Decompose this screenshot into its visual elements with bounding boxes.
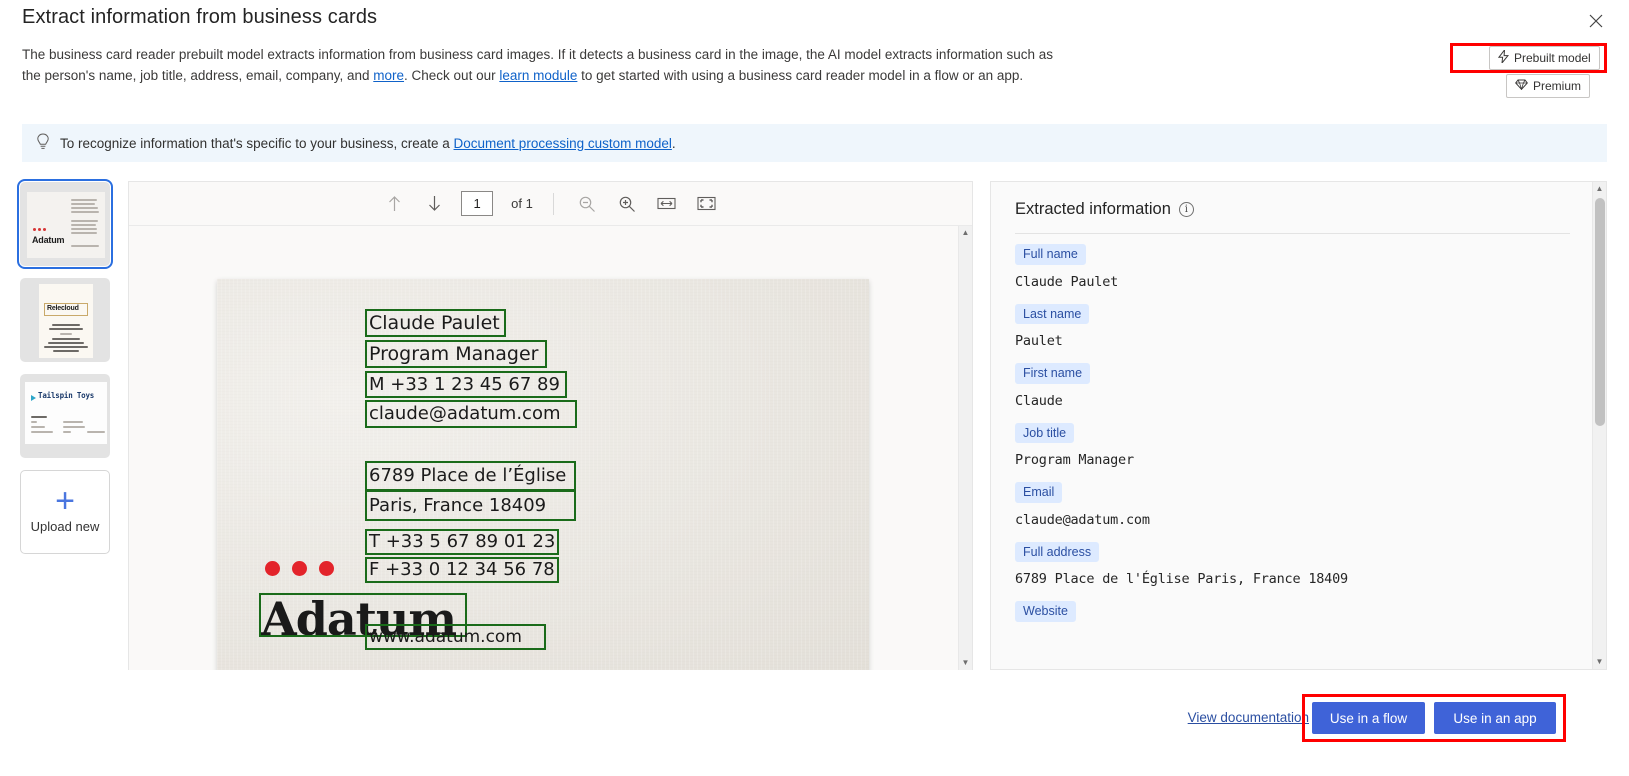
viewer-toolbar: 1 of 1 xyxy=(129,182,972,226)
plus-icon: + xyxy=(55,481,75,520)
panel-scroll-up-arrow[interactable]: ▲ xyxy=(1593,182,1606,196)
diamond-icon xyxy=(1515,79,1528,93)
extracted-field: Job title Program Manager xyxy=(1015,422,1570,468)
ocr-box-line: Program Manager xyxy=(365,340,547,368)
viewer-scrollbar[interactable]: ▲ ▼ xyxy=(958,226,972,670)
panel-divider xyxy=(1015,233,1570,234)
learn-module-link[interactable]: learn module xyxy=(499,68,577,83)
zoom-in-icon[interactable] xyxy=(614,191,640,217)
description-part-2: . Check out our xyxy=(404,68,500,83)
upload-new-label: Upload new xyxy=(30,518,100,534)
panel-scroll-thumb[interactable] xyxy=(1595,198,1605,426)
document-viewer: 1 of 1 Adatum Claude Paulet Program Mana… xyxy=(128,181,973,670)
panel-scroll-down-arrow[interactable]: ▼ xyxy=(1593,655,1606,669)
premium-label: Premium xyxy=(1533,79,1582,93)
extracted-information-title: Extracted information xyxy=(1015,200,1171,218)
viewer-canvas: Adatum Claude Paulet Program Manager M +33… xyxy=(129,226,972,670)
custom-model-infobar: To recognize information that's specific… xyxy=(22,124,1607,162)
extracted-field-label: Email xyxy=(1015,482,1063,503)
ocr-box-line: www.adatum.com xyxy=(365,624,546,650)
extracted-field: Last name Paulet xyxy=(1015,303,1570,349)
extracted-information-header: Extracted information i xyxy=(1015,200,1570,219)
extracted-field-value: Claude xyxy=(1015,392,1063,409)
extracted-field: Full address 6789 Place de l'Église Paris… xyxy=(1015,541,1570,587)
thumbnail-relecloud[interactable]: Relecloud xyxy=(20,278,110,362)
extracted-fields-container: Extracted information i Full name Claude … xyxy=(991,182,1592,669)
lightbulb-icon xyxy=(36,132,50,154)
ocr-box-line: Paris, France 18409 xyxy=(365,490,576,521)
info-icon[interactable]: i xyxy=(1178,202,1194,217)
extracted-field-label: Full address xyxy=(1015,541,1100,562)
extracted-field-value: Program Manager xyxy=(1015,452,1134,468)
extracted-field-label: Job title xyxy=(1015,422,1075,443)
extracted-field: First name Claude xyxy=(1015,363,1570,409)
thumbnail-relecloud-label: Relecloud xyxy=(47,305,79,312)
close-icon[interactable] xyxy=(1581,6,1611,36)
fit-page-icon[interactable] xyxy=(694,191,720,217)
thumbnail-adatum-label: Adatum xyxy=(32,235,65,245)
more-link[interactable]: more xyxy=(373,68,404,83)
extracted-field-value: claude@adatum.com xyxy=(1015,511,1150,528)
ocr-box-line: Claude Paulet xyxy=(365,309,506,337)
thumbnail-tailspin-label: Tailspin Toys xyxy=(38,391,95,400)
business-card-image: Adatum Claude Paulet Program Manager M +33… xyxy=(217,279,869,670)
thumbnail-adatum[interactable]: Adatum xyxy=(17,179,113,269)
ocr-box-line: claude@adatum.com xyxy=(365,400,577,428)
view-documentation-link[interactable]: View documentation xyxy=(1188,710,1309,725)
thumbnail-tailspin-toys[interactable]: Tailspin Toys xyxy=(20,374,110,458)
infobar-text-before: To recognize information that's specific… xyxy=(60,135,454,151)
toolbar-divider xyxy=(552,192,554,215)
extracted-field: Full name Claude Paulet xyxy=(1015,244,1570,290)
logo-dots xyxy=(265,561,334,576)
description-part-3: to get started with using a business car… xyxy=(577,68,1024,83)
use-in-an-app-button[interactable]: Use in an app xyxy=(1434,702,1556,734)
arrow-up-icon[interactable] xyxy=(381,191,407,217)
extracted-field-label: Last name xyxy=(1015,303,1090,324)
upload-new-button[interactable]: + Upload new xyxy=(20,470,110,554)
arrow-down-icon[interactable] xyxy=(421,191,447,217)
scroll-down-arrow[interactable]: ▼ xyxy=(959,656,972,670)
prebuilt-model-badge: Prebuilt model xyxy=(1489,46,1600,70)
ocr-box-line: 6789 Place de l’Église xyxy=(365,461,576,491)
extracted-field-label: Full name xyxy=(1015,244,1086,265)
page-number-input[interactable]: 1 xyxy=(461,191,494,216)
infobar-text: To recognize information that's specific… xyxy=(60,136,676,151)
extracted-field-value: Claude Paulet xyxy=(1015,273,1119,290)
model-badges: Prebuilt model Premium xyxy=(1489,46,1609,98)
extracted-field-label: First name xyxy=(1015,363,1091,384)
page-total-label: of 1 xyxy=(511,196,533,211)
extracted-field-value: Paulet xyxy=(1015,333,1063,349)
extracted-field-list: Full name Claude Paulet Last name Paulet Fir… xyxy=(1015,244,1570,622)
zoom-out-icon[interactable] xyxy=(574,191,600,217)
use-in-a-flow-button[interactable]: Use in a flow xyxy=(1312,702,1425,734)
business-card-model-dialog: Extract information from business cards … xyxy=(0,0,1629,776)
ocr-box-line: T +33 5 67 89 01 23 xyxy=(365,529,559,555)
fit-width-icon[interactable] xyxy=(654,191,680,217)
extracted-field: Website xyxy=(1015,601,1570,622)
document-processing-custom-model-link[interactable]: Document processing custom model xyxy=(454,136,672,151)
ocr-box-line: M +33 1 23 45 67 89 xyxy=(365,371,567,398)
prebuilt-model-label: Prebuilt model xyxy=(1514,51,1591,65)
extracted-field-label: Website xyxy=(1015,601,1076,622)
sample-thumbnail-list: Adatum Relecloud Tailspin Toys + Upload … xyxy=(17,179,113,554)
lightning-bolt-icon xyxy=(1497,48,1510,66)
scroll-up-arrow[interactable]: ▲ xyxy=(959,226,972,240)
page-title: Extract information from business cards xyxy=(22,6,378,28)
ocr-box-line: F +33 0 12 34 56 78 xyxy=(365,557,559,583)
infobar-text-after: . xyxy=(671,135,676,151)
model-description: The business card reader prebuilt model … xyxy=(22,44,1062,86)
premium-badge: Premium xyxy=(1506,74,1591,98)
panel-scrollbar[interactable]: ▲ ▼ xyxy=(1592,182,1606,669)
extracted-information-panel: Extracted information i Full name Claude … xyxy=(990,181,1607,670)
extracted-field-value: 6789 Place de l'Église Paris, France 184… xyxy=(1015,571,1348,587)
extracted-field: Email claude@adatum.com xyxy=(1015,482,1570,528)
